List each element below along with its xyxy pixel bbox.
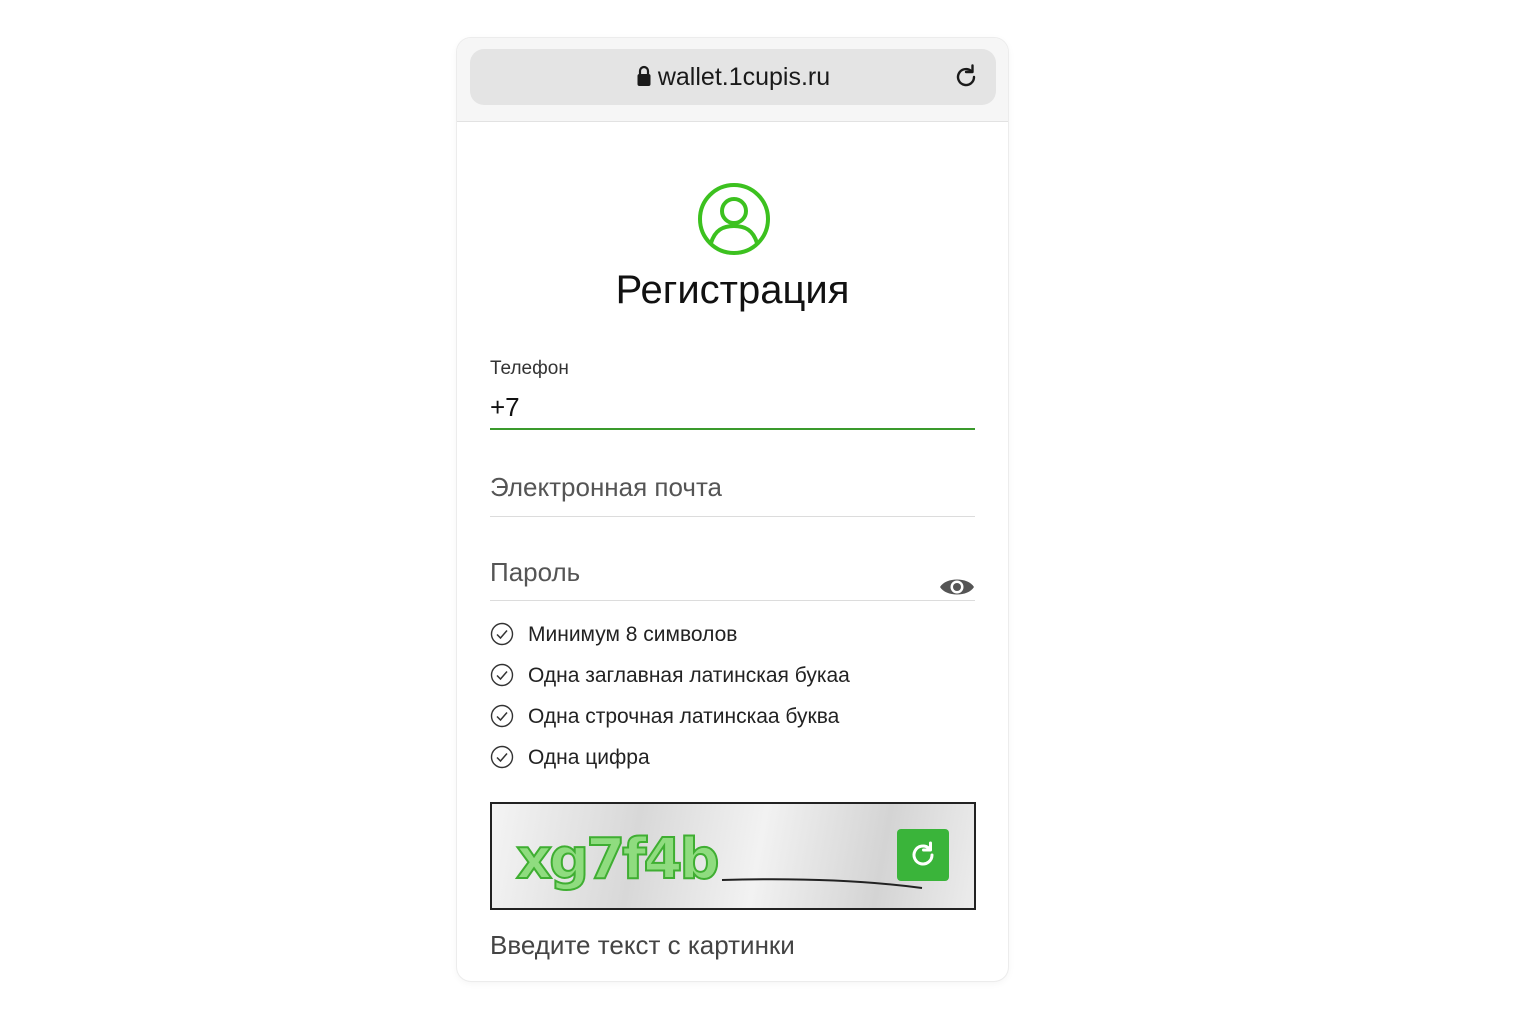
password-field[interactable]: Пароль [490,555,975,603]
phone-input[interactable]: +7 [490,392,520,422]
page-title: Регистрация [615,268,850,312]
phone-underline [490,428,975,430]
eye-icon[interactable] [939,575,975,599]
password-rule: Одна строчная латинскаа буква [490,703,975,744]
url-text: wallet.1cupis.ru [657,63,831,91]
password-rule: Одна цифра [490,744,975,785]
captcha-image: xg7f4b [490,802,976,910]
phone-label: Телефон [490,358,569,379]
phone-field[interactable]: Телефон +7 [490,358,975,430]
browser-bar: wallet.1cupis.ru [457,38,1008,122]
password-rule-text: Одна строчная латинскаа буква [528,705,840,728]
user-circle-icon [698,183,770,255]
password-rule: Одна заглавная латинская букаа [490,662,975,703]
password-rule: Минимум 8 символов [490,621,975,662]
captcha-refresh-button[interactable] [897,829,949,881]
password-rule-text: Одна заглавная латинская букаа [528,664,850,687]
reload-icon[interactable] [952,63,980,91]
password-rule-text: Одна цифра [528,746,650,769]
check-circle-icon [490,704,514,728]
password-rules: Минимум 8 символов Одна заглавная латинс… [490,621,975,785]
url-display[interactable]: wallet.1cupis.ru [470,63,996,91]
password-underline [490,600,975,601]
check-circle-icon [490,745,514,769]
address-bar[interactable]: wallet.1cupis.ru [470,49,996,105]
email-underline [490,516,975,517]
refresh-icon [912,841,934,866]
lock-icon [637,65,651,86]
email-field[interactable]: Электронная почта [490,470,975,518]
captcha-input[interactable]: Введите текст с картинки [490,930,795,960]
password-rule-text: Минимум 8 символов [528,623,738,646]
password-input[interactable]: Пароль [490,557,580,587]
check-circle-icon [490,663,514,687]
check-circle-icon [490,622,514,646]
phone-frame: wallet.1cupis.ru Регистрация Телефон +7 … [457,38,1008,981]
email-input[interactable]: Электронная почта [490,472,722,502]
